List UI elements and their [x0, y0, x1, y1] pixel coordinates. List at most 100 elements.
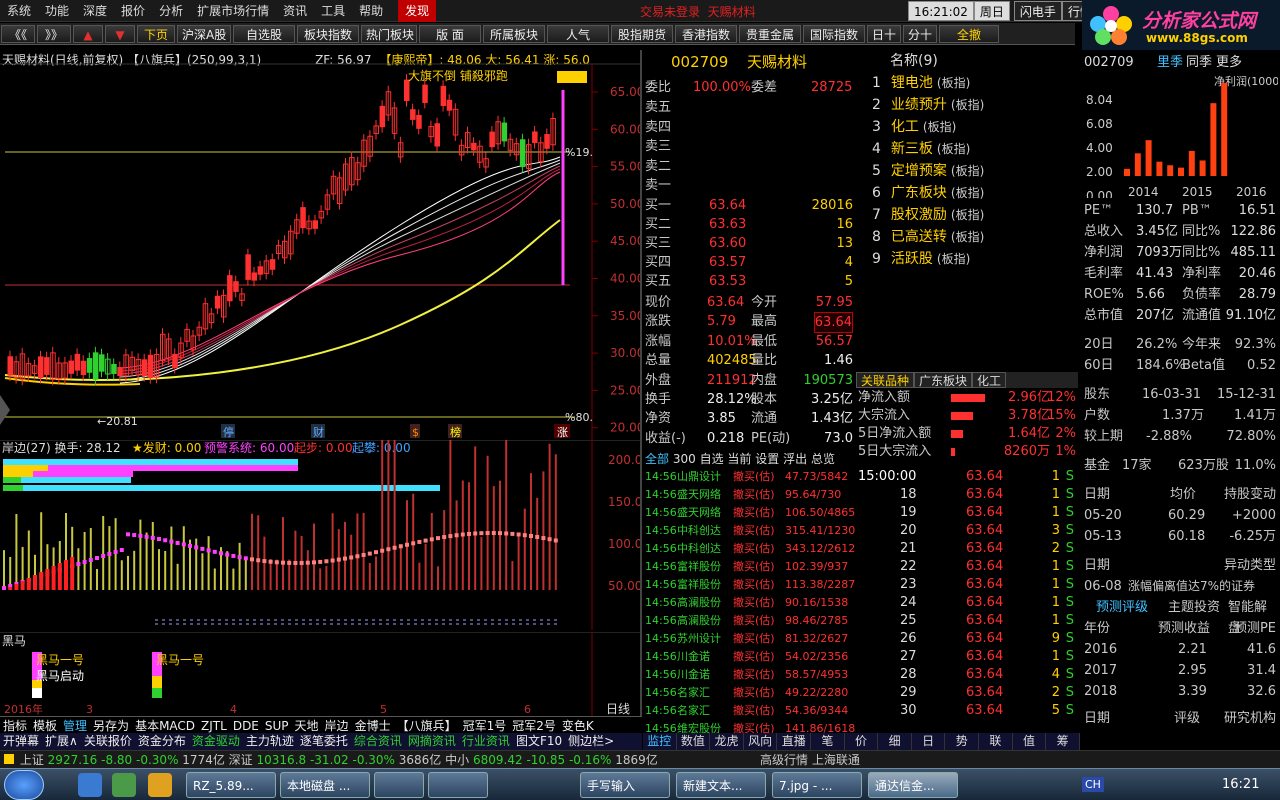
function-tab[interactable]: 关联报价: [84, 734, 132, 748]
trade-row[interactable]: 14:56 高澜股份 撤买(估) 90.16/1538: [643, 594, 855, 612]
layout-button[interactable]: 版 面: [419, 24, 481, 43]
left-scroll-handle[interactable]: [0, 395, 10, 425]
task-app2[interactable]: [428, 772, 488, 798]
hk-index-button[interactable]: 香港指数: [675, 24, 737, 43]
trade-row[interactable]: 14:56 中科创达 撤买(估) 343.12/2612: [643, 540, 855, 558]
bottom-right-tab[interactable]: 细: [878, 733, 912, 750]
indicator-panel-2[interactable]: 黑马 黑马一号 黑马启动 黑马一号 2016年 3 4 5 6 日线: [0, 632, 642, 716]
indicator-tab[interactable]: DDE: [233, 719, 259, 733]
indicator-panel-1[interactable]: 岸边(27) 换手: 28.12 ★发财: 0.00 预警系统: 60.00 起…: [0, 440, 642, 630]
function-tab[interactable]: 网摘资讯: [408, 734, 456, 748]
trade-row[interactable]: 14:56 盛天网络 撤买(估) 106.50/4865: [643, 504, 855, 522]
mark-finance[interactable]: 财: [313, 425, 324, 439]
menu-function[interactable]: 功能: [38, 0, 76, 22]
bottom-right-tab[interactable]: 价: [845, 733, 879, 750]
precious-metal-button[interactable]: 贵重金属: [739, 24, 801, 43]
task-blank[interactable]: [374, 772, 424, 798]
indicator-tab[interactable]: SUP: [265, 719, 289, 733]
trade-tab-all[interactable]: 全部: [645, 452, 669, 466]
popularity-button[interactable]: 人气: [547, 24, 609, 43]
bottom-right-tab[interactable]: 笔: [811, 733, 845, 750]
function-tab[interactable]: 图文F10: [516, 734, 562, 748]
function-tab[interactable]: 资金分布: [138, 734, 186, 748]
menu-analysis[interactable]: 分析: [152, 0, 190, 22]
flash-button[interactable]: 闪电手: [1013, 1, 1062, 21]
trade-tab-float[interactable]: 浮出: [783, 452, 807, 466]
bottom-right-tab[interactable]: 龙虎: [710, 733, 744, 750]
bottom-right-tab[interactable]: 势: [945, 733, 980, 750]
bottom-right-tab[interactable]: 直播: [777, 733, 812, 750]
concept-item[interactable]: 6 广东板块 (板指): [860, 182, 1075, 204]
watchlist-button[interactable]: 自选股: [233, 24, 295, 43]
explorer-icon[interactable]: [112, 773, 136, 797]
function-tab[interactable]: 资金驱动: [192, 734, 240, 748]
f10-tab-q[interactable]: 里季: [1157, 52, 1183, 73]
function-tab[interactable]: 侧边栏>: [568, 734, 614, 748]
sector-index-button[interactable]: 板块指数: [297, 24, 359, 43]
function-tab[interactable]: 综合资讯: [354, 734, 402, 748]
indicator-tab[interactable]: 指标: [3, 719, 27, 733]
indicator-tab[interactable]: 金博士: [355, 719, 391, 733]
concept-item[interactable]: 7 股权激励 (板指): [860, 204, 1075, 226]
cancel-all-button[interactable]: 全撤: [939, 24, 999, 43]
concept-item[interactable]: 4 新三板 (板指): [860, 138, 1075, 160]
menu-tools[interactable]: 工具: [314, 0, 352, 22]
task-tdx[interactable]: 通达信金...: [868, 772, 958, 798]
tab-guangdong[interactable]: 广东板块: [914, 372, 973, 388]
f10-tab-same[interactable]: 同季: [1186, 52, 1212, 73]
indicator-tab[interactable]: 另存为: [93, 719, 129, 733]
start-button[interactable]: [4, 770, 44, 800]
trade-row[interactable]: 14:56 富祥股份 撤买(估) 113.38/2287: [643, 576, 855, 594]
hs-a-button[interactable]: 沪深A股: [177, 24, 231, 43]
trade-row[interactable]: 14:56 盛天网络 撤买(估) 95.64/730: [643, 486, 855, 504]
lang-indicator[interactable]: CH: [1082, 777, 1104, 792]
task-rz[interactable]: RZ_5.89...: [186, 772, 276, 798]
indicator-tab[interactable]: 【八旗兵】: [397, 719, 457, 733]
concept-item[interactable]: 1 锂电池 (板指): [860, 72, 1075, 94]
trade-row[interactable]: 14:56 山鼎设计 撤买(估) 47.73/5842: [643, 468, 855, 486]
function-tab[interactable]: 行业资讯: [462, 734, 510, 748]
task-text[interactable]: 新建文本...: [676, 772, 766, 798]
menu-depth[interactable]: 深度: [76, 0, 114, 22]
trade-row[interactable]: 14:56 高澜股份 撤买(估) 98.46/2785: [643, 612, 855, 630]
tab-chemical[interactable]: 化工: [972, 372, 1007, 388]
f10-tab-more[interactable]: 更多: [1216, 52, 1242, 73]
indicator-tab[interactable]: 模板: [33, 719, 57, 733]
ie-icon[interactable]: [78, 773, 102, 797]
menu-quote[interactable]: 报价: [114, 0, 152, 22]
task-jpg[interactable]: 7.jpg - ...: [772, 772, 862, 798]
trade-row[interactable]: 14:56 富祥股份 撤买(估) 102.39/937: [643, 558, 855, 576]
concept-item[interactable]: 9 活跃股 (板指): [860, 248, 1075, 270]
indicator-tab[interactable]: 天地: [295, 719, 319, 733]
indicator-tab[interactable]: 岸边: [325, 719, 349, 733]
trade-tab-overview[interactable]: 总览: [811, 452, 835, 466]
menu-help[interactable]: 帮助: [352, 0, 390, 22]
trade-tab-current[interactable]: 当前: [727, 452, 751, 466]
index-futures-button[interactable]: 股指期货: [611, 24, 673, 43]
mark-halt[interactable]: 停: [223, 425, 234, 439]
mark-rank[interactable]: 榜: [450, 425, 461, 439]
task-disk[interactable]: 本地磁盘 ...: [280, 772, 370, 798]
function-tab[interactable]: 逐笔委托: [300, 734, 348, 748]
indicator-tab[interactable]: 冠军1号: [463, 719, 507, 733]
bottom-right-tab[interactable]: 风向: [744, 733, 778, 750]
nav-first-button[interactable]: 《《: [1, 24, 35, 43]
kline-chart[interactable]: 65.00 60.00 55.00 50.00 45.00 40.00 35.00 30.00…: [0, 50, 642, 440]
nav-last-button[interactable]: 》》: [37, 24, 71, 43]
mark-limit-up[interactable]: 涨: [557, 426, 568, 439]
trade-row[interactable]: 14:56 名家汇 撤买(估) 54.36/9344: [643, 702, 855, 720]
function-tab[interactable]: 开弹幕: [3, 734, 39, 748]
day-plus-button[interactable]: 日十: [867, 24, 901, 43]
indicator-tab[interactable]: ZJTL: [201, 719, 227, 733]
concept-item[interactable]: 2 业绩预升 (板指): [860, 94, 1075, 116]
task-handwrite[interactable]: 手写输入: [580, 772, 670, 798]
nav-down-button[interactable]: ▼: [105, 24, 135, 43]
concept-item[interactable]: 3 化工 (板指): [860, 116, 1075, 138]
bottom-right-tab[interactable]: 值: [1013, 733, 1047, 750]
trade-tab-300[interactable]: 300: [673, 452, 696, 466]
bottom-right-tab[interactable]: 联: [979, 733, 1013, 750]
trade-row[interactable]: 14:56 苏州设计 撤买(估) 81.32/2627: [643, 630, 855, 648]
menu-news[interactable]: 资讯: [276, 0, 314, 22]
menu-ext-market[interactable]: 扩展市场行情: [190, 0, 276, 22]
trade-row[interactable]: 14:56 中科创达 撤买(估) 315.41/1230: [643, 522, 855, 540]
